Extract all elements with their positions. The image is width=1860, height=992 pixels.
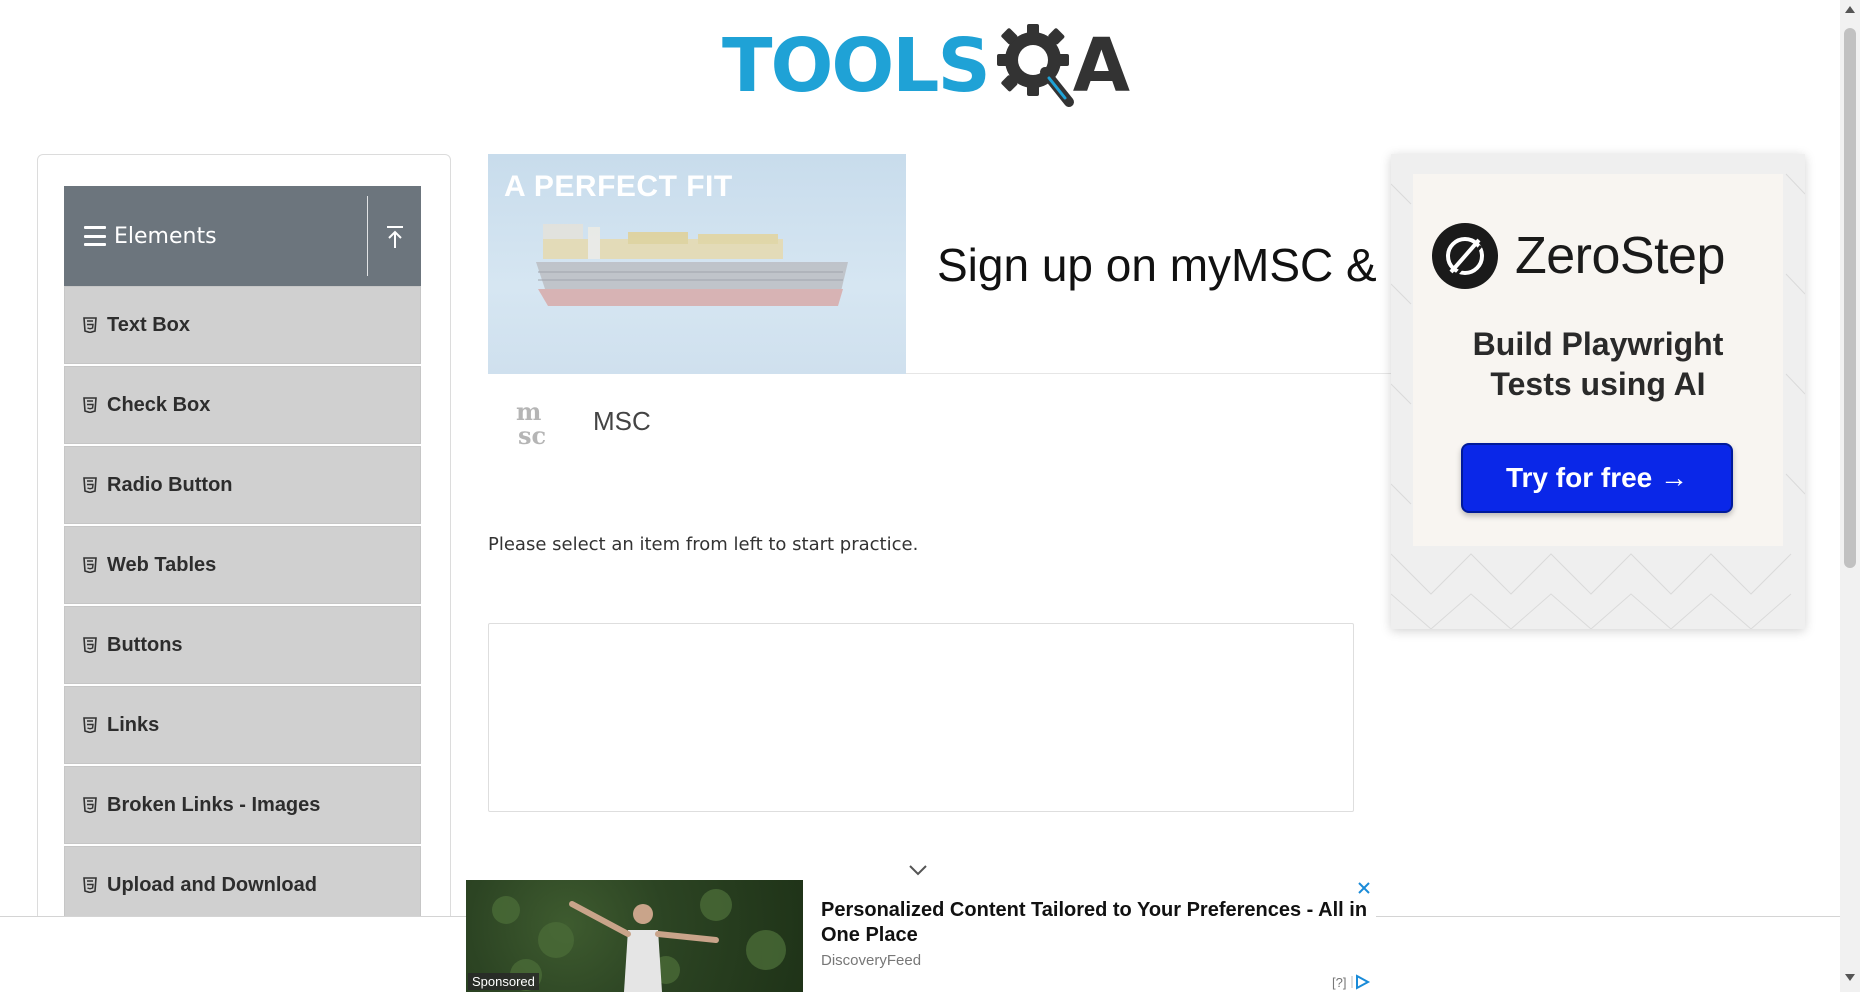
adchoices-icon [1351, 974, 1371, 990]
ad-source[interactable]: DiscoveryFeed [821, 952, 921, 969]
divider [367, 196, 368, 276]
divider [906, 373, 1391, 374]
zerostep-logo-icon [1432, 223, 1498, 289]
menu-item-upload-and-download[interactable]: Upload and Download [64, 846, 421, 924]
sponsored-label: Sponsored [468, 973, 539, 990]
html5-icon [83, 397, 97, 413]
html5-icon [83, 637, 97, 653]
zerostep-name: ZeroStep [1515, 227, 1725, 285]
scroll-up-arrow-icon[interactable] [1845, 6, 1855, 13]
advertiser-name[interactable]: MSC [593, 406, 651, 437]
scrollbar-thumb[interactable] [1844, 28, 1856, 568]
msc-logo-icon[interactable]: m sc [512, 396, 568, 448]
menu-item-links[interactable]: Links [64, 686, 421, 764]
ad-thumbnail-image[interactable]: Sponsored [466, 880, 803, 992]
adchoices-label: [?] [1332, 974, 1347, 990]
html5-icon [83, 557, 97, 573]
menu-item-text-box[interactable]: Text Box [64, 286, 421, 364]
logo-text: TOOLS [722, 23, 991, 109]
scroll-down-arrow-icon[interactable] [1845, 974, 1855, 981]
zerostep-tagline: Build Playwright Tests using AI [1391, 324, 1805, 404]
toolsqa-logo[interactable]: TOOLS A [722, 18, 1130, 114]
tagline-line-2: Tests using AI [1490, 366, 1706, 402]
elements-menu: Text Box Check Box Radio Button Web Tabl… [64, 286, 421, 926]
zerostep-ad[interactable]: ZeroStep Build Playwright Tests using AI… [1391, 154, 1805, 629]
logo-text-a: A [1072, 23, 1131, 109]
instruction-text: Please select an item from left to start… [488, 534, 919, 555]
svg-text:sc: sc [518, 421, 546, 448]
menu-item-check-box[interactable]: Check Box [64, 366, 421, 444]
chevron-down-icon[interactable] [906, 862, 930, 878]
banner-ad-image[interactable]: A PERFECT FIT [488, 154, 906, 374]
menu-item-radio-button[interactable]: Radio Button [64, 446, 421, 524]
bottom-ad[interactable]: Sponsored Personalized Content Tailored … [466, 880, 1376, 992]
logo-gear-icon [993, 20, 1079, 112]
html5-icon [83, 717, 97, 733]
html5-icon [83, 797, 97, 813]
elements-group-header[interactable]: Elements [64, 186, 421, 286]
menu-item-web-tables[interactable]: Web Tables [64, 526, 421, 604]
cargo-ship-illustration [536, 224, 848, 306]
menu-item-label: Web Tables [107, 553, 217, 576]
collapse-up-icon[interactable] [384, 224, 406, 250]
menu-item-broken-links-images[interactable]: Broken Links - Images [64, 766, 421, 844]
close-icon[interactable] [1356, 880, 1372, 896]
hamburger-icon [84, 226, 106, 246]
tagline-line-1: Build Playwright [1472, 326, 1724, 362]
menu-item-label: Check Box [107, 393, 211, 416]
html5-icon [83, 477, 97, 493]
menu-item-label: Radio Button [107, 473, 233, 496]
menu-item-buttons[interactable]: Buttons [64, 606, 421, 684]
menu-item-label: Upload and Download [107, 873, 317, 896]
group-title: Elements [114, 223, 217, 249]
page: TOOLS A Elements Text Box Check Box Radi… [0, 0, 1860, 992]
html5-icon [83, 317, 97, 333]
zerostep-brand: ZeroStep [1431, 222, 1725, 290]
ad-placeholder-box [488, 623, 1354, 812]
ad-title[interactable]: Personalized Content Tailored to Your Pr… [821, 898, 1371, 948]
adchoices[interactable]: [?] [1332, 974, 1372, 990]
menu-item-label: Links [107, 713, 160, 736]
banner-headline[interactable]: Sign up on myMSC & B [937, 238, 1391, 292]
try-for-free-button[interactable]: Try for free → [1461, 443, 1733, 513]
menu-item-label: Broken Links - Images [107, 793, 321, 816]
html5-icon [83, 877, 97, 893]
menu-item-label: Text Box [107, 313, 190, 336]
menu-item-label: Buttons [107, 633, 183, 656]
